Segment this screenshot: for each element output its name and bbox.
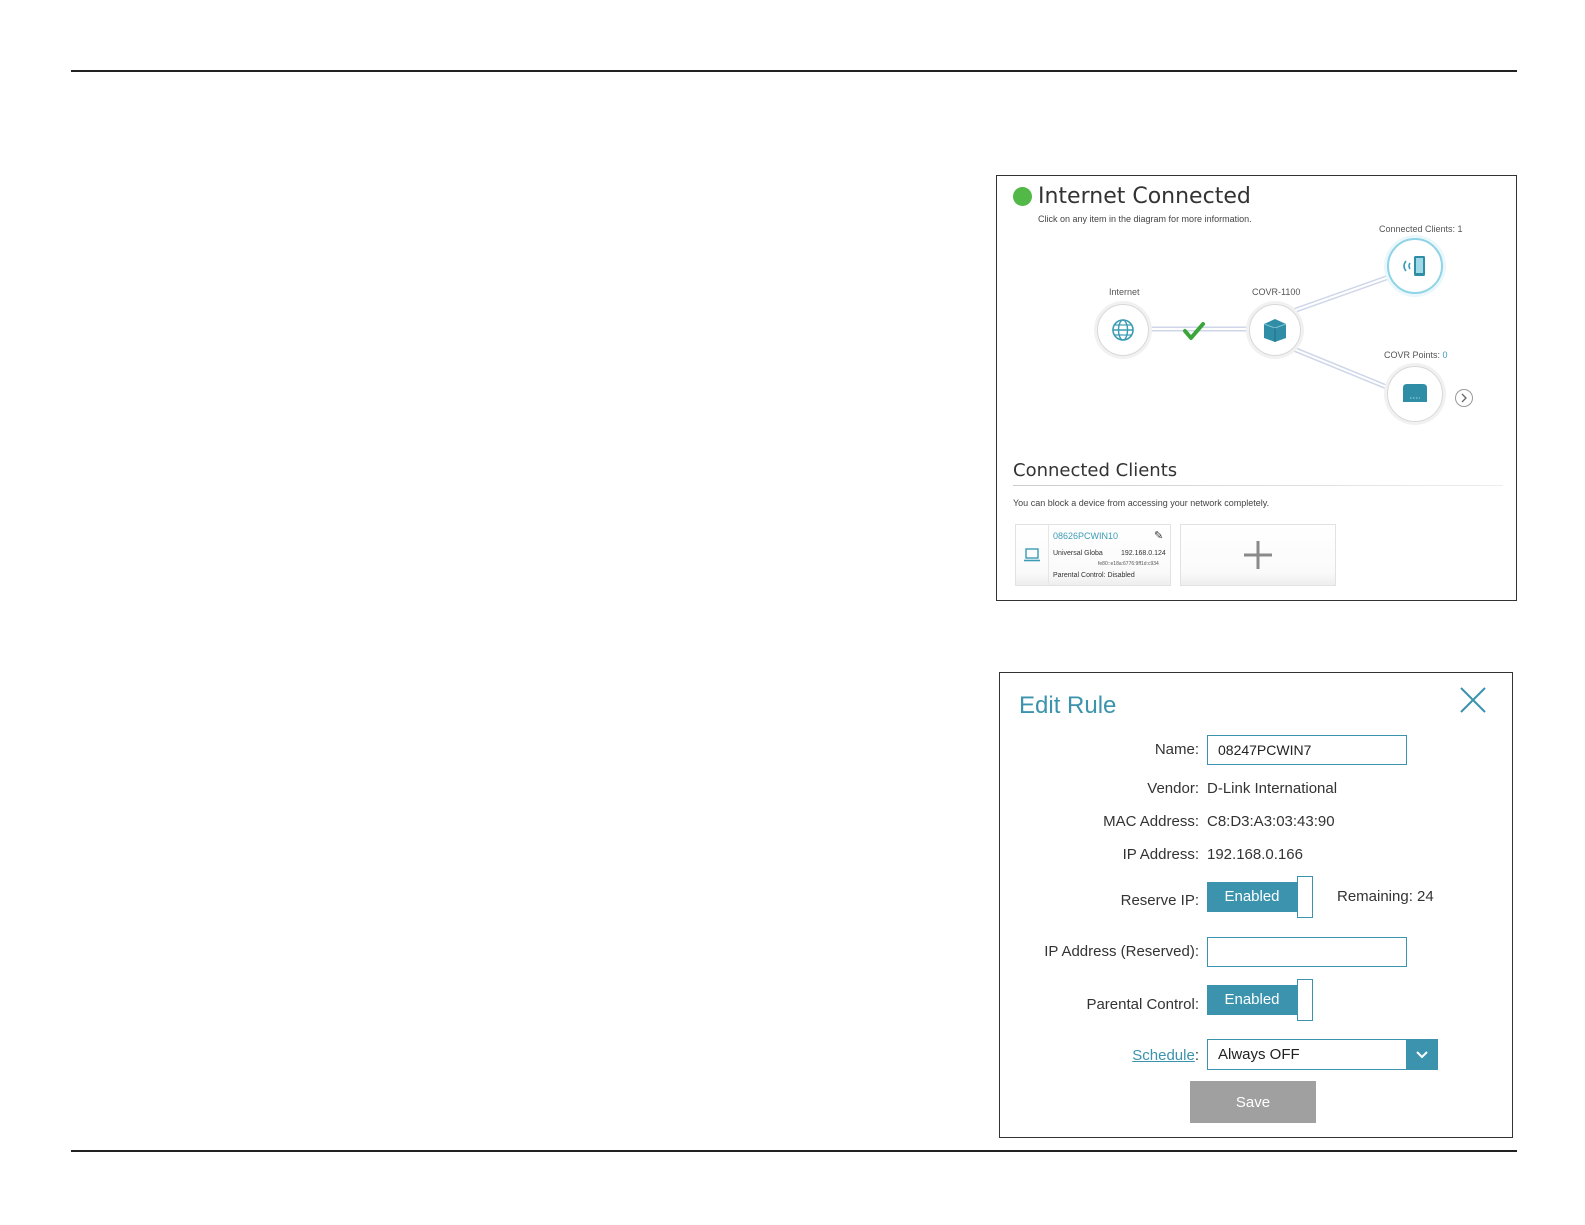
ip-value: 192.168.0.166: [1207, 846, 1303, 863]
client-card-side: [1016, 525, 1049, 585]
vendor-label: Vendor:: [1147, 780, 1199, 797]
reserve-ip-label: Reserve IP:: [1120, 892, 1199, 909]
save-button[interactable]: Save: [1190, 1081, 1316, 1123]
section-divider: [1013, 485, 1503, 486]
edit-rule-dialog: Edit Rule Name: 08247PCWIN7 Vendor: D-Li…: [999, 672, 1513, 1138]
plus-icon: [1244, 541, 1272, 569]
ip-reserved-label: IP Address (Reserved):: [1044, 943, 1199, 960]
name-label: Name:: [1154, 741, 1199, 758]
client-ip: 192.168.0.124: [1121, 550, 1166, 557]
mac-value: C8:D3:A3:03:43:90: [1207, 813, 1335, 830]
connected-clients-description: You can block a device from accessing yo…: [1013, 498, 1270, 508]
edit-pencil-icon[interactable]: ✎: [1154, 529, 1163, 542]
mac-label: MAC Address:: [1103, 813, 1199, 830]
remaining-count: Remaining: 24: [1337, 888, 1434, 905]
client-card[interactable]: 08626PCWIN10 ✎ Universal Globa 192.168.0…: [1015, 524, 1171, 586]
ip-reserved-input[interactable]: [1207, 937, 1407, 967]
network-map-panel: Internet Connected Click on any item in …: [996, 175, 1517, 601]
parental-control-state: Enabled: [1207, 985, 1297, 1015]
internet-status: Internet Connected: [1013, 184, 1251, 209]
status-dot-icon: [1013, 187, 1032, 206]
wireless-client-icon: [1403, 256, 1425, 276]
edit-rule-title: Edit Rule: [1019, 692, 1117, 719]
ip-label: IP Address:: [1122, 846, 1199, 863]
toggle-handle[interactable]: [1297, 979, 1313, 1021]
client-vendor: Universal Globa: [1053, 550, 1103, 557]
reserve-ip-toggle[interactable]: Enabled: [1207, 876, 1313, 918]
bottom-rule: [71, 1150, 1517, 1152]
add-client-card[interactable]: [1180, 524, 1336, 586]
close-button[interactable]: [1458, 685, 1488, 715]
vendor-value: D-Link International: [1207, 780, 1338, 797]
parental-control-label: Parental Control:: [1086, 996, 1199, 1013]
covr-points-node[interactable]: [1387, 366, 1443, 422]
schedule-select[interactable]: Always OFF: [1207, 1039, 1438, 1070]
clients-node-label: Connected Clients: 1: [1379, 224, 1463, 234]
top-rule: [71, 70, 1517, 72]
client-name[interactable]: 08626PCWIN10: [1053, 531, 1118, 541]
status-text: Internet Connected: [1038, 184, 1251, 209]
points-node-label: COVR Points: 0: [1384, 350, 1448, 360]
client-ipv6: fe80::e18a:6776:9ff1d:c934: [1098, 561, 1159, 567]
name-input[interactable]: 08247PCWIN7: [1207, 735, 1407, 765]
parental-control-toggle[interactable]: Enabled: [1207, 979, 1313, 1021]
toggle-handle[interactable]: [1297, 876, 1313, 918]
close-icon: [1460, 687, 1486, 713]
next-points-button[interactable]: [1455, 389, 1473, 407]
client-parental-control: Parental Control: Disabled: [1053, 572, 1135, 579]
schedule-dropdown-button[interactable]: [1406, 1040, 1437, 1069]
chevron-right-icon: [1461, 393, 1467, 403]
schedule-link[interactable]: Schedule: [1132, 1047, 1195, 1064]
router-icon: [1263, 319, 1287, 342]
schedule-label: Schedule:: [1132, 1047, 1199, 1064]
internet-node-label: Internet: [1109, 287, 1140, 297]
connected-clients-title: Connected Clients: [1013, 460, 1178, 481]
internet-node[interactable]: [1097, 304, 1149, 356]
router-node-label: COVR-1100: [1252, 287, 1301, 297]
globe-icon: [1112, 319, 1134, 341]
router-node[interactable]: [1249, 304, 1301, 356]
diagram-hint: Click on any item in the diagram for mor…: [1038, 214, 1252, 224]
schedule-value: Always OFF: [1218, 1046, 1300, 1063]
covr-point-icon: [1403, 384, 1427, 402]
reserve-ip-state: Enabled: [1207, 882, 1297, 912]
laptop-icon: [1024, 548, 1040, 562]
chevron-down-icon: [1415, 1050, 1428, 1058]
connected-clients-node[interactable]: [1387, 238, 1443, 294]
